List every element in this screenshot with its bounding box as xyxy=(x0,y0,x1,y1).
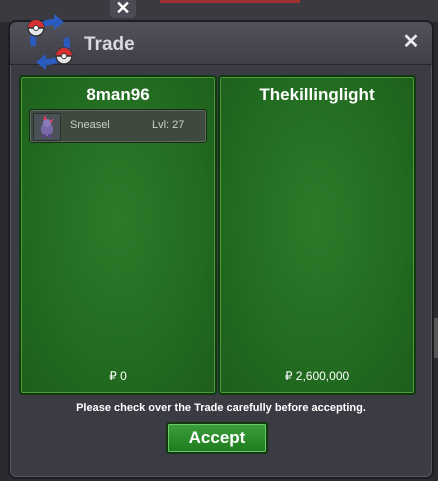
trade-window: Trade ✕ 8man96 Sneasel Lvl: 27 ₽ 0 Theki… xyxy=(8,14,434,479)
pokemon-sprite-icon xyxy=(33,113,61,141)
partner-offer-panel: Thekillinglight ₽ 2,600,000 xyxy=(218,75,416,395)
trade-swap-icon xyxy=(27,14,73,70)
money-amount: ₽ 0 xyxy=(109,369,127,383)
money-amount: ₽ 2,600,000 xyxy=(284,369,350,383)
item-level: Lvl: 27 xyxy=(152,119,185,131)
accept-button[interactable]: Accept xyxy=(166,422,268,454)
player-name: 8man96 xyxy=(86,85,150,104)
item-name: Sneasel xyxy=(70,119,110,131)
background-close-button[interactable]: ✕ xyxy=(110,0,136,18)
trade-item[interactable]: Sneasel Lvl: 27 xyxy=(29,109,207,143)
trade-notice: Please check over the Trade carefully be… xyxy=(76,402,366,414)
background-accent xyxy=(160,0,300,3)
window-title: Trade xyxy=(84,34,135,55)
close-button[interactable]: ✕ xyxy=(402,32,420,52)
player-name: Thekillinglight xyxy=(259,85,375,104)
my-offer-panel: 8man96 Sneasel Lvl: 27 ₽ 0 xyxy=(19,75,217,395)
